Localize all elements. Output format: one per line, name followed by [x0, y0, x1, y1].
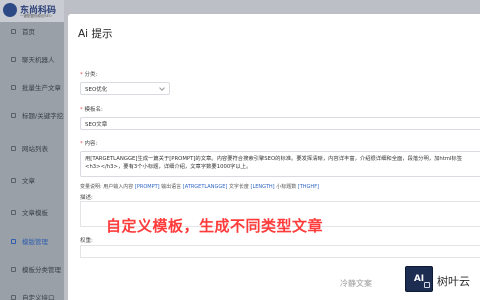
article-icon	[11, 177, 16, 183]
keyword-icon	[11, 112, 16, 118]
logo: 东尚科码 一键配置伪原创SEO	[0, 0, 64, 22]
sidebar-item[interactable]: 聊天机器人	[0, 52, 64, 66]
sidebar-item[interactable]: 文章	[0, 173, 64, 187]
template-manage-icon	[11, 238, 16, 244]
sidebar-item[interactable]: 标题/关键字挖掘	[0, 108, 70, 122]
sidebar-item[interactable]: 模板分类管理	[0, 262, 64, 276]
category-select[interactable]: SEO优化	[80, 82, 170, 95]
watermark-text: 冷静文案	[340, 279, 372, 288]
chat-icon	[11, 56, 16, 62]
watermark-brand: 树叶云	[437, 275, 470, 288]
home-icon	[11, 28, 16, 34]
sidebar-item-label: 模版管理	[22, 238, 48, 246]
template-icon	[11, 209, 16, 215]
category-label: * 分类:	[80, 72, 98, 78]
template-name-label: * 模板名:	[80, 107, 103, 113]
modal-title: Ai 提示	[78, 28, 113, 40]
sidebar-item[interactable]: 自定义接口	[0, 290, 64, 300]
sidebar-item-label: 首页	[22, 28, 35, 36]
sidebar-item-label: 模板分类管理	[22, 266, 61, 274]
sidebar-item[interactable]: 首页	[0, 24, 64, 38]
sidebar-item-label: 自定义接口	[22, 294, 55, 300]
sidebar-item[interactable]: 网站列表	[0, 141, 64, 155]
api-icon	[11, 294, 16, 300]
content-textarea[interactable]: 用[TARGETLANGGE]生成一篇关于[PROMPT]的文章。内容要符合搜索…	[80, 151, 480, 177]
category-icon	[11, 266, 16, 272]
sidebar-item-label: 聊天机器人	[22, 56, 55, 64]
content-label: * 内容:	[80, 141, 98, 147]
variable-hint: 变量说明: 用户输入内容 [PROMPT] 输出语言 [ATRGETLANGGE…	[80, 184, 320, 190]
sidebar-item[interactable]: 模版管理	[0, 234, 64, 248]
sidebar-item[interactable]: 文章模板	[0, 205, 64, 219]
sidebar: 东尚科码 一键配置伪原创SEO 首页聊天机器人批量生产文章标题/关键字挖掘 网站列…	[0, 0, 70, 300]
description-label: 描述:	[80, 195, 93, 201]
logo-subtitle: 一键配置伪原创SEO	[20, 14, 52, 18]
sidebar-item-label: 标题/关键字挖掘	[22, 112, 70, 120]
ai-prompt-modal: Ai 提示 * 分类: SEO优化 * 模板名: SEO文章 * 内容: 用[T…	[68, 14, 480, 300]
chevron-down-icon	[159, 85, 165, 91]
sort-input[interactable]	[80, 245, 480, 258]
logo-mark	[3, 3, 17, 17]
sort-label: 权重:	[80, 238, 93, 244]
caption-banner: 自定义模板，生成不同类型文章	[106, 217, 324, 235]
sidebar-item-label: 文章模板	[22, 209, 48, 217]
site-icon	[11, 145, 16, 151]
logo-corner-icon	[424, 282, 430, 288]
category-select-value: SEO优化	[85, 86, 108, 93]
sidebar-item-label: 批量生产文章	[22, 84, 61, 92]
sidebar-item-label: 网站列表	[22, 145, 48, 153]
watermark-logo: AI	[405, 266, 433, 292]
sidebar-item-label: 文章	[22, 177, 35, 185]
document-icon	[11, 84, 16, 90]
sidebar-item[interactable]: 批量生产文章	[0, 80, 64, 94]
template-name-input[interactable]: SEO文章	[80, 117, 480, 130]
